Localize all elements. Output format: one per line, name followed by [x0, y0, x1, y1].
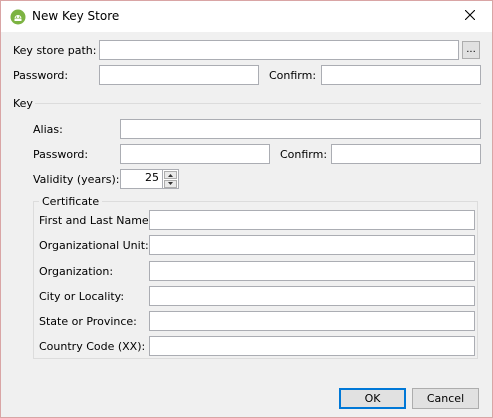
validity-spinner [163, 169, 179, 189]
window-title: New Key Store [32, 9, 120, 23]
new-key-store-dialog: New Key Store Key store path: ... Passwo… [0, 0, 493, 418]
country-code-label: Country Code (XX): [39, 340, 146, 353]
state-province-input[interactable] [149, 311, 475, 331]
store-password-field[interactable] [99, 65, 259, 85]
first-last-name-label: First and Last Name: [39, 214, 153, 227]
city-locality-label: City or Locality: [39, 290, 125, 303]
key-confirm-field[interactable] [331, 144, 481, 164]
store-confirm-label: Confirm: [269, 69, 317, 82]
title-bar: New Key Store [1, 1, 492, 32]
spin-up-button[interactable] [164, 171, 177, 179]
key-section-label: Key [13, 97, 33, 110]
first-last-name-input[interactable] [149, 210, 475, 230]
key-section-divider [35, 103, 481, 104]
android-studio-icon [10, 9, 26, 25]
organizational-unit-label: Organizational Unit: [39, 239, 149, 252]
country-code-input[interactable] [149, 336, 475, 356]
alias-label: Alias: [33, 123, 63, 136]
key-store-path-input[interactable] [99, 40, 459, 60]
ok-button[interactable]: OK [339, 388, 406, 409]
ellipsis-icon: ... [466, 44, 476, 55]
city-locality-input[interactable] [149, 286, 475, 306]
spin-down-button[interactable] [164, 180, 177, 188]
validity-label: Validity (years): [33, 173, 120, 186]
key-password-label: Password: [33, 148, 89, 161]
organization-input[interactable] [149, 261, 475, 281]
close-button[interactable] [448, 1, 492, 32]
certificate-legend: Certificate [39, 195, 103, 208]
store-password-label: Password: [13, 69, 69, 82]
close-icon [464, 9, 476, 23]
key-password-field[interactable] [120, 144, 270, 164]
cancel-button[interactable]: Cancel [412, 388, 479, 409]
state-province-label: State or Province: [39, 315, 137, 328]
key-confirm-label: Confirm: [280, 148, 328, 161]
alias-input[interactable] [120, 119, 481, 139]
key-store-path-label: Key store path: [13, 44, 97, 57]
organization-label: Organization: [39, 265, 114, 278]
store-confirm-field[interactable] [321, 65, 481, 85]
validity-input[interactable]: 25 [120, 169, 163, 189]
organizational-unit-input[interactable] [149, 235, 475, 255]
browse-button[interactable]: ... [462, 41, 480, 59]
